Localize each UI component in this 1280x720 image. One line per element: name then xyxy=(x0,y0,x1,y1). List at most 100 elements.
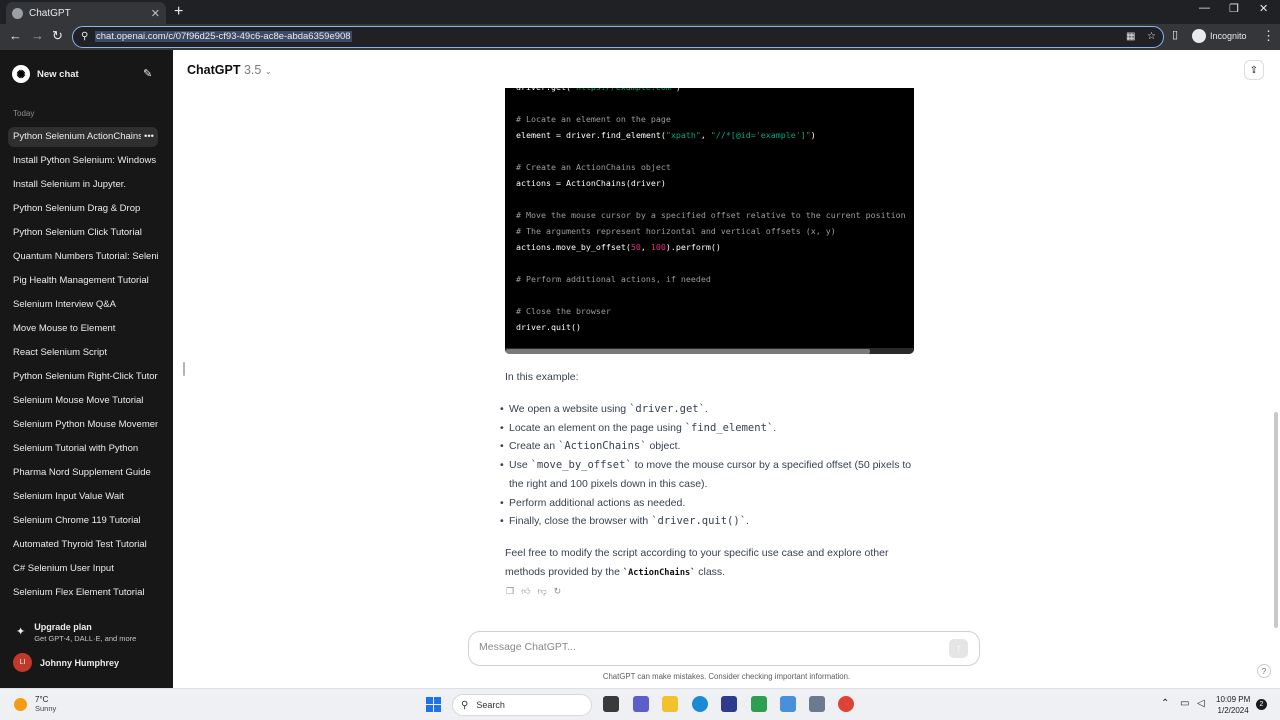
start-icon[interactable] xyxy=(426,697,441,712)
code-token: actions = ActionChains(driver) xyxy=(516,178,666,188)
inline-code: `ActionChains` xyxy=(622,567,696,578)
file-explorer-icon[interactable] xyxy=(662,696,678,712)
taskbar-search[interactable]: ⚲ Search xyxy=(452,694,592,716)
excel-icon[interactable] xyxy=(751,696,767,712)
sidebar-chat-item[interactable]: Selenium Python Mouse Movement xyxy=(8,415,158,435)
sidebar-chat-item[interactable]: Pig Health Management Tutorial xyxy=(8,271,158,291)
share-icon[interactable]: ⇪ xyxy=(1244,60,1264,80)
sidebar-chat-item[interactable]: Python Selenium Click Tutorial xyxy=(8,223,158,243)
restore-icon[interactable]: ❐ xyxy=(1229,2,1239,15)
chrome-icon[interactable] xyxy=(838,696,854,712)
upgrade-plan-button[interactable]: ✦ Upgrade plan Get GPT-4, DALL·E, and mo… xyxy=(16,622,136,643)
search-icon: ⚲ xyxy=(461,699,469,711)
code-horizontal-scrollbar[interactable] xyxy=(506,349,870,354)
weather-widget[interactable]: 7°C Sunny xyxy=(14,695,56,713)
incognito-label: Incognito xyxy=(1210,31,1247,41)
edge-icon[interactable] xyxy=(692,696,708,712)
close-tab-icon[interactable]: ✕ xyxy=(151,7,160,20)
browser-menu-icon[interactable]: ⋮ xyxy=(1262,28,1275,44)
code-token: # Locate an element on the page xyxy=(516,114,671,124)
code-token: # Close the browser xyxy=(516,306,611,316)
list-text: Use xyxy=(509,459,531,472)
sidebar-chat-item[interactable]: Selenium Input Value Wait xyxy=(8,487,158,507)
network-icon[interactable]: ▭ xyxy=(1180,698,1189,709)
notification-badge[interactable]: 2 xyxy=(1256,699,1267,710)
sidebar-chat-item[interactable]: Automated Thyroid Test Tutorial xyxy=(8,535,158,555)
reload-icon[interactable]: ↻ xyxy=(52,28,63,44)
site-info-icon[interactable]: ⚲ xyxy=(81,31,88,42)
code-token: "//*[@id='example']" xyxy=(710,130,811,140)
code-line: actions.move_by_offset(50, 100).perform(… xyxy=(516,239,914,255)
store-icon[interactable] xyxy=(721,696,737,712)
volume-icon[interactable]: ◁ xyxy=(1197,698,1205,709)
chatgpt-favicon-icon xyxy=(12,7,23,19)
app-icon[interactable] xyxy=(780,696,796,712)
sidebar-chat-item[interactable]: Selenium Tutorial with Python xyxy=(8,439,158,459)
sidebar-chat-item[interactable]: Python Selenium ActionChains ••• xyxy=(8,127,158,147)
code-line: # Create an ActionChains object xyxy=(516,159,914,175)
qr-code-icon[interactable]: ▦ xyxy=(1126,31,1135,42)
side-panel-icon[interactable]: ▯ xyxy=(1172,28,1178,41)
sidebar-chat-item[interactable]: Selenium Chrome 119 Tutorial xyxy=(8,511,158,531)
page-scrollbar[interactable] xyxy=(1274,412,1278,628)
clock[interactable]: 10:09 PM 1/2/2024 xyxy=(1216,694,1250,716)
sidebar-chat-item[interactable]: Quantum Numbers Tutorial: Selenium xyxy=(8,247,158,267)
minimize-icon[interactable]: — xyxy=(1199,2,1210,14)
code-token: actions.move_by_offset( xyxy=(516,242,631,252)
response-outro: Feel free to modify the script according… xyxy=(505,544,915,582)
regenerate-icon[interactable]: ↻ xyxy=(554,586,562,597)
code-block: driver.get("https://example.com") # Locat… xyxy=(505,88,914,354)
back-icon[interactable]: ← xyxy=(9,28,22,43)
sidebar-chat-item[interactable]: Install Python Selenium: Windows xyxy=(8,151,158,171)
list-item: Perform additional actions as needed. xyxy=(500,494,920,513)
copy-icon[interactable]: ❐ xyxy=(506,586,514,597)
sidebar-chat-item[interactable]: Python Selenium Drag & Drop xyxy=(8,199,158,219)
app-icon-2[interactable] xyxy=(809,696,825,712)
tray-chevron-icon[interactable]: ⌃ xyxy=(1161,698,1169,709)
sidebar-chat-item[interactable]: Pharma Nord Supplement Guide xyxy=(8,463,158,483)
sidebar-chat-item[interactable]: Python Selenium Right-Click Tutorial xyxy=(8,367,158,387)
teams-icon[interactable] xyxy=(633,696,649,712)
sidebar-chat-item[interactable]: Selenium Interview Q&A xyxy=(8,295,158,315)
user-menu[interactable]: LI Johnny Humphrey xyxy=(13,653,119,672)
sidebar-chat-item[interactable]: Move Mouse to Element xyxy=(8,319,158,339)
model-selector[interactable]: ChatGPT 3.5 ⌄ xyxy=(187,63,272,77)
help-icon[interactable]: ? xyxy=(1257,664,1271,678)
chat-options-icon[interactable]: ••• xyxy=(141,127,154,147)
thumbs-down-icon[interactable]: 👎︎ xyxy=(537,586,546,597)
incognito-indicator[interactable]: Incognito xyxy=(1192,29,1247,43)
sidebar-chat-item[interactable]: Install Selenium in Jupyter. xyxy=(8,175,158,195)
bookmark-star-icon[interactable]: ☆ xyxy=(1147,31,1156,42)
forward-icon[interactable]: → xyxy=(31,28,44,43)
list-item: We open a website using `driver.get`. xyxy=(500,400,920,419)
send-button[interactable]: ↑ xyxy=(949,639,968,658)
new-chat-label: New chat xyxy=(37,68,79,80)
new-tab-icon[interactable]: + xyxy=(174,3,183,21)
compose-icon[interactable]: ✎ xyxy=(143,67,152,80)
inline-code: `find_element` xyxy=(684,421,774,434)
message-input[interactable] xyxy=(479,641,929,653)
time: 10:09 PM xyxy=(1216,695,1251,704)
incognito-icon xyxy=(1192,29,1206,43)
chevron-down-icon: ⌄ xyxy=(264,67,272,76)
code-content: driver.get("https://example.com") # Locat… xyxy=(505,88,914,335)
thumbs-up-icon[interactable]: 👍︎ xyxy=(521,586,530,597)
code-token: element = driver.find_element( xyxy=(516,130,666,140)
sidebar-chat-item[interactable]: C# Selenium User Input xyxy=(8,559,158,579)
sidebar-chat-item[interactable]: Selenium Flex Element Tutorial xyxy=(8,583,158,603)
browser-tab[interactable]: ChatGPT ✕ xyxy=(6,2,166,24)
user-name: Johnny Humphrey xyxy=(40,657,120,668)
address-bar[interactable]: ⚲ chat.openai.com/c/07f96d25-cf93-49c6-a… xyxy=(72,26,1164,48)
response-intro: In this example: xyxy=(505,371,579,383)
sidebar-chat-item[interactable]: Selenium Mouse Move Tutorial xyxy=(8,391,158,411)
url-text[interactable]: chat.openai.com/c/07f96d25-cf93-49c6-ac8… xyxy=(95,31,352,42)
close-window-icon[interactable]: ✕ xyxy=(1259,2,1268,15)
sidebar-chat-item[interactable]: React Selenium Script xyxy=(8,343,158,363)
new-chat-button[interactable]: ✺ New chat xyxy=(12,65,79,83)
task-view-icon[interactable] xyxy=(603,696,619,712)
sidebar-toggle-handle[interactable] xyxy=(183,362,185,376)
